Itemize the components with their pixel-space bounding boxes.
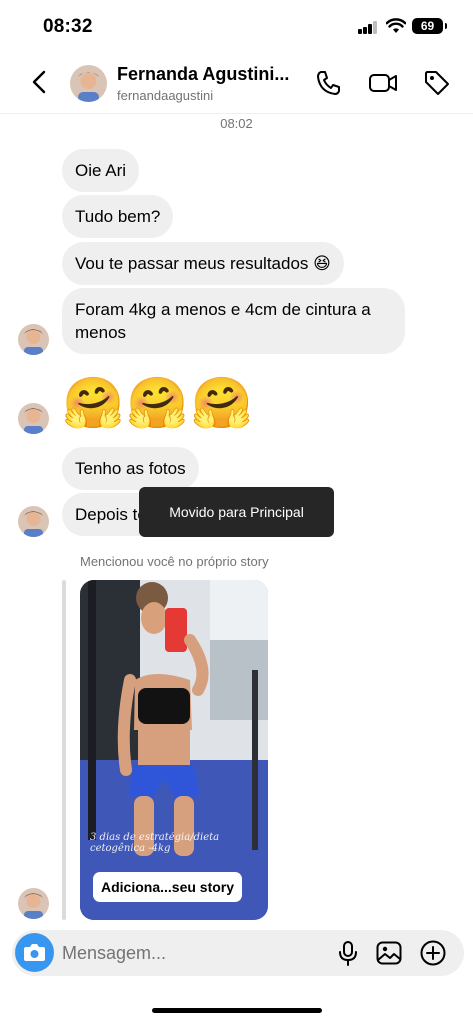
story-preview[interactable]: 3 dias de estratégia/dieta cetogênica -4… bbox=[80, 580, 268, 920]
avatar[interactable] bbox=[18, 403, 49, 434]
battery-icon: 69 bbox=[412, 18, 447, 34]
chat-header: Fernanda Agustini... fernandaagustini bbox=[0, 54, 473, 114]
back-icon[interactable] bbox=[26, 68, 54, 96]
story-mention-caption: Mencionou você no próprio story bbox=[80, 554, 269, 569]
phone-icon[interactable] bbox=[314, 68, 344, 98]
message-timestamp: 08:02 bbox=[220, 116, 253, 131]
message-bubble[interactable]: Foram 4kg a menos e 4cm de cintura a men… bbox=[62, 288, 405, 354]
avatar[interactable] bbox=[18, 324, 49, 355]
story-photo bbox=[80, 580, 268, 920]
signal-icon bbox=[358, 21, 378, 34]
add-to-story-button[interactable]: Adiciona...seu story bbox=[93, 872, 243, 902]
camera-icon bbox=[24, 944, 45, 961]
avatar[interactable] bbox=[18, 506, 49, 537]
home-indicator[interactable] bbox=[152, 1008, 322, 1013]
video-icon[interactable] bbox=[368, 68, 398, 98]
avatar[interactable] bbox=[18, 888, 49, 919]
status-time: 08:32 bbox=[43, 16, 93, 37]
message-bubble[interactable]: Vou te passar meus resultados 😆 bbox=[62, 242, 344, 285]
contact-name[interactable]: Fernanda Agustini... bbox=[117, 64, 302, 85]
gallery-icon[interactable] bbox=[375, 939, 403, 967]
message-composer bbox=[12, 930, 464, 976]
microphone-icon[interactable] bbox=[334, 939, 362, 967]
message-bubble[interactable]: Oie Ari bbox=[62, 149, 140, 192]
camera-button[interactable] bbox=[15, 933, 54, 972]
toast-notification: Movido para Principal bbox=[139, 487, 334, 537]
hugging-face-emoji: 🤗🤗🤗 bbox=[62, 375, 255, 431]
story-overlay-text: 3 dias de estratégia/dieta cetogênica -4… bbox=[90, 832, 220, 854]
plus-icon[interactable] bbox=[419, 939, 447, 967]
contact-username[interactable]: fernandaagustini bbox=[117, 88, 213, 103]
story-reply-bar bbox=[62, 580, 66, 920]
tag-icon[interactable] bbox=[422, 68, 452, 98]
message-bubble[interactable]: Tenho as fotos bbox=[62, 447, 199, 490]
emoji-message[interactable]: 🤗🤗🤗 bbox=[62, 373, 255, 433]
header-avatar[interactable] bbox=[70, 65, 107, 102]
status-bar: 08:32 69 bbox=[0, 0, 473, 54]
wifi-icon bbox=[386, 18, 406, 33]
message-bubble[interactable]: Tudo bem? bbox=[62, 195, 174, 238]
message-input[interactable] bbox=[62, 930, 322, 976]
